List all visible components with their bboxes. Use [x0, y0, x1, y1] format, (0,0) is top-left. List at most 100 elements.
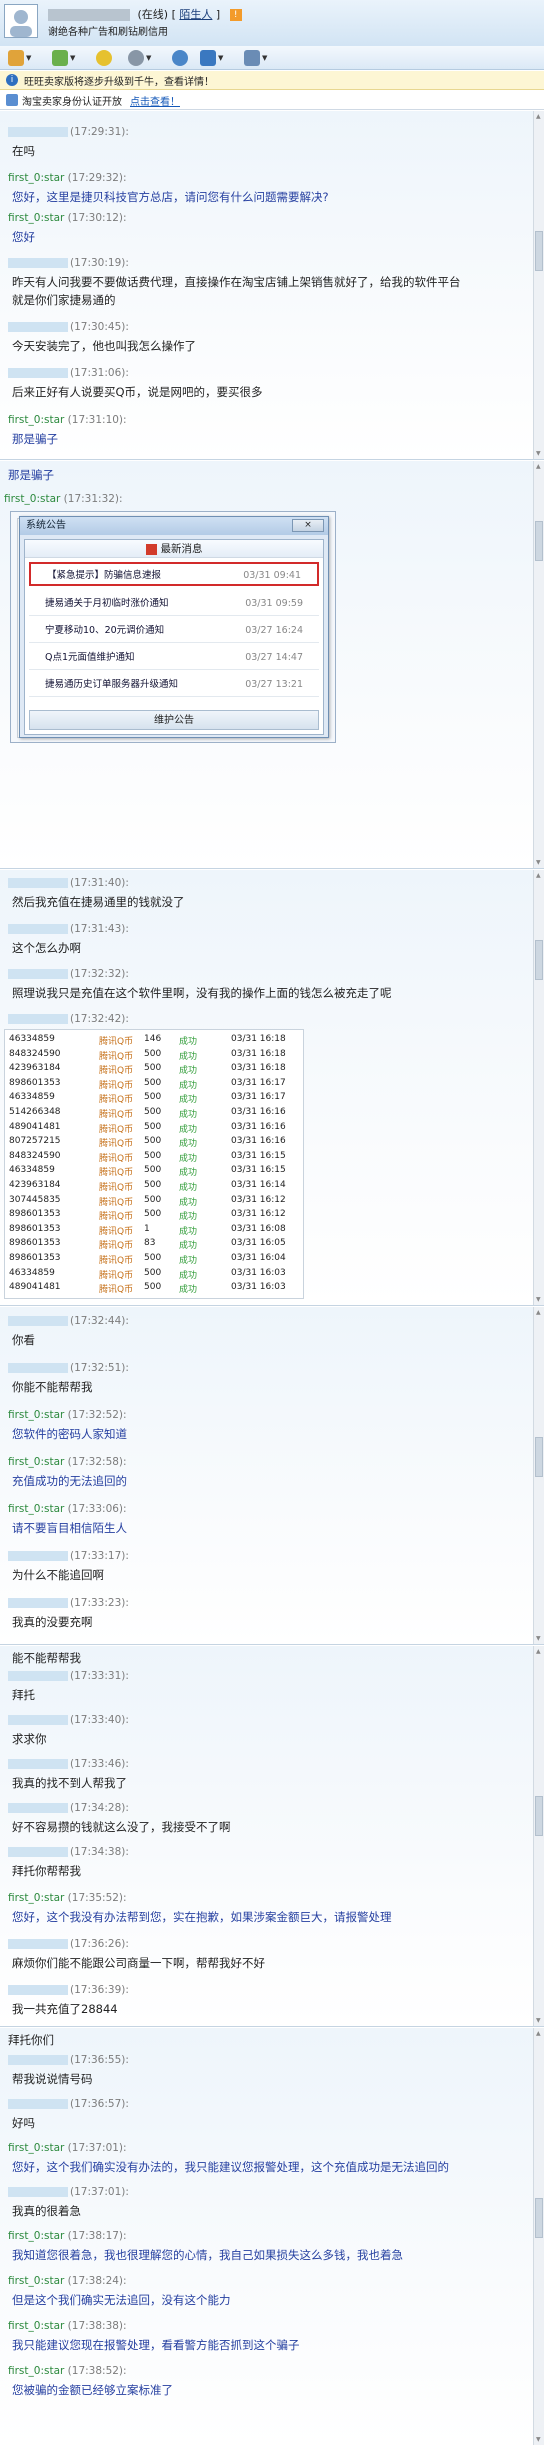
message-text: 后来正好有人说要买Q币，说是网吧的，要买很多 — [12, 385, 263, 399]
toolbar-item-settings[interactable]: ▼ — [128, 49, 151, 67]
message-time: (17:37:01): — [70, 2186, 129, 2198]
certification-link[interactable]: 点击查看！ — [130, 93, 180, 108]
scroll-thumb[interactable] — [535, 231, 543, 271]
message-text: 那是骗子 — [8, 468, 54, 482]
message-text: 我一共充值了28844 — [12, 2002, 118, 2016]
microphone-icon — [96, 50, 112, 66]
news-title: 捷易通历史订单服务器升级通知 — [45, 679, 179, 690]
message-text: 为什么不能追回啊 — [12, 1568, 104, 1582]
toolbar-item-file[interactable]: ▼ — [8, 49, 31, 67]
account-number: 307445835 — [9, 1194, 61, 1205]
message: (17:32:42): 46334859 腾讯Q币 146 成功 03/31 16:18… — [0, 1013, 530, 1303]
result: 成功 — [179, 1241, 198, 1252]
scroll-up-icon[interactable]: ▲ — [536, 2030, 541, 2037]
message-time: (17:38:52): — [67, 2365, 127, 2377]
amount: 500 — [144, 1282, 162, 1293]
stranger-link[interactable]: 陌生人 — [179, 8, 212, 21]
amount: 500 — [144, 1267, 162, 1278]
maintenance-notice-button[interactable]: 维护公告 — [29, 710, 319, 730]
scroll-thumb[interactable] — [535, 1796, 543, 1836]
chevron-down-icon: ▼ — [70, 54, 76, 62]
scroll-down-icon[interactable]: ▼ — [536, 1296, 541, 1303]
toolbar-item-video[interactable]: ▼ — [52, 49, 75, 67]
scroll-up-icon[interactable]: ▲ — [536, 113, 541, 120]
scroll-thumb[interactable] — [535, 940, 543, 980]
sender-redacted — [8, 368, 68, 378]
result: 成功 — [179, 1066, 198, 1077]
scroll-up-icon[interactable]: ▲ — [536, 1648, 541, 1655]
popup-close-button[interactable]: × — [292, 519, 324, 532]
message-time: (17:29:32): — [67, 172, 127, 184]
news-item[interactable]: 【紧急提示】防骗信息速报 03/31 09:41 — [29, 562, 319, 586]
news-item[interactable]: 宁夏移动10、20元调价通知 03/27 16:24 — [29, 619, 319, 643]
news-date: 03/31 09:59 — [245, 598, 303, 609]
scroll-thumb[interactable] — [535, 2198, 543, 2238]
message-header: (17:31:06): — [8, 367, 129, 379]
news-item[interactable]: Q点1元面值维护通知 03/27 14:47 — [29, 646, 319, 670]
avatar[interactable] — [4, 4, 38, 38]
sender-redacted — [8, 322, 68, 332]
scroll-down-icon[interactable]: ▼ — [536, 859, 541, 866]
sender-name: first_0:star — [8, 172, 65, 184]
sender-redacted — [8, 1847, 68, 1857]
message-time: (17:32:58): — [67, 1456, 127, 1468]
message-time: (17:32:52): — [67, 1409, 127, 1421]
scrollbar[interactable]: ▲ ▼ — [533, 461, 544, 868]
account-number: 489041481 — [9, 1121, 61, 1132]
scrollbar[interactable]: ▲ ▼ — [533, 2028, 544, 2445]
toolbar-item-voice[interactable] — [96, 49, 112, 67]
contact-signature: 谢绝各种广告和刷钻刷信用 — [48, 27, 168, 38]
scroll-up-icon[interactable]: ▲ — [536, 872, 541, 879]
order-time: 03/31 16:18 — [231, 1048, 286, 1059]
sender-redacted — [8, 1363, 68, 1373]
warning-icon[interactable]: ! — [229, 9, 242, 21]
result: 成功 — [179, 1080, 198, 1091]
scroll-down-icon[interactable]: ▼ — [536, 2436, 541, 2443]
chevron-down-icon: ▼ — [218, 54, 224, 62]
message-text: 帮我说说情号码 — [12, 2072, 93, 2086]
account-number: 46334859 — [9, 1034, 55, 1044]
order-time: 03/31 16:12 — [231, 1194, 286, 1205]
news-item[interactable]: 捷易通关于月初临时涨价通知 03/31 09:59 — [29, 592, 319, 616]
message-header: (17:33:17): — [8, 1550, 129, 1562]
scrollbar[interactable]: ▲ ▼ — [533, 870, 544, 1305]
sender-name: first_0:star — [8, 1892, 65, 1904]
scrollbar[interactable]: ▲ ▼ — [533, 1307, 544, 1644]
scroll-up-icon[interactable]: ▲ — [536, 463, 541, 470]
message-header: (17:32:44): — [8, 1315, 129, 1327]
order-time: 03/31 16:17 — [231, 1092, 286, 1103]
account-number: 46334859 — [9, 1267, 55, 1278]
amount: 500 — [144, 1048, 162, 1059]
sender-redacted — [8, 1985, 68, 1995]
order-time: 03/31 16:08 — [231, 1223, 286, 1234]
upgrade-banner[interactable]: i 旺旺卖家版将逐步升级到千牛，查看详情！ — [0, 71, 544, 90]
toolbar-item-remote[interactable]: ▼ — [200, 49, 223, 67]
scroll-thumb[interactable] — [535, 1437, 543, 1477]
message-header: (17:33:23): — [8, 1597, 129, 1609]
toolbar-item-contact[interactable] — [172, 49, 188, 67]
scrollbar[interactable]: ▲ ▼ — [533, 111, 544, 459]
sender-name: first_0:star — [8, 2365, 65, 2377]
product-name: 腾讯Q币 — [99, 1241, 134, 1252]
scroll-thumb[interactable] — [535, 521, 543, 561]
message-time: (17:37:01): — [67, 2142, 127, 2154]
chat-window: { "header":{"status":"(在线)","stranger_la… — [0, 0, 544, 2445]
toolbar-item-apps[interactable]: ▼ — [244, 49, 267, 67]
scroll-down-icon[interactable]: ▼ — [536, 2017, 541, 2024]
scroll-down-icon[interactable]: ▼ — [536, 1635, 541, 1642]
amount: 500 — [144, 1092, 162, 1103]
message-header: (17:33:46): — [8, 1758, 129, 1770]
order-time: 03/31 16:18 — [231, 1063, 286, 1074]
message-header: (17:36:55): — [8, 2054, 129, 2066]
news-item[interactable]: 捷易通历史订单服务器升级通知 03/27 13:21 — [29, 673, 319, 697]
scroll-down-icon[interactable]: ▼ — [536, 450, 541, 457]
chat-screenshot-6: ▲ ▼ 拜托你们 (17:36:55): 帮我说说情号码 (17:36:57): 好吗… — [0, 2028, 544, 2445]
scroll-up-icon[interactable]: ▲ — [536, 1309, 541, 1316]
account-number: 898601353 — [9, 1238, 61, 1249]
message-text: 你能不能帮帮我 — [12, 1380, 93, 1394]
message-header: first_0:star (17:38:17): — [8, 2230, 127, 2242]
account-number: 898601353 — [9, 1077, 61, 1088]
message-text: 我真的找不到人帮我了 — [12, 1776, 127, 1790]
scrollbar[interactable]: ▲ ▼ — [533, 1646, 544, 2026]
message-text: 拜托你们 — [8, 2033, 54, 2047]
